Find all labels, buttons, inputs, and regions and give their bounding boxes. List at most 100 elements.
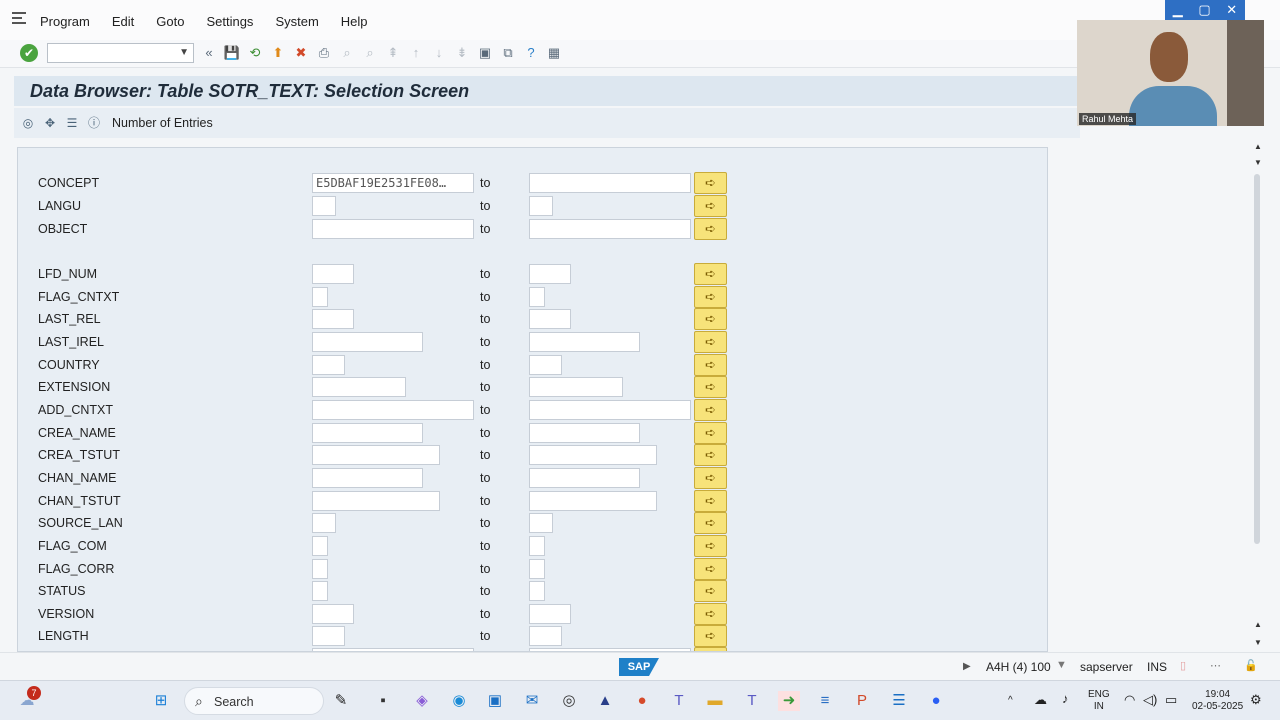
dell-icon[interactable]: ◎ — [558, 691, 580, 711]
to-value-field[interactable] — [529, 445, 657, 465]
info-icon[interactable]: ⓘ — [86, 115, 102, 131]
multiple-selection-button[interactable]: ➪ — [694, 308, 727, 330]
from-value-field[interactable] — [312, 468, 423, 488]
copilot-art-icon[interactable]: ✎ — [330, 691, 352, 711]
from-value-field[interactable] — [312, 626, 345, 646]
lock-icon[interactable]: 🔓 — [1244, 659, 1258, 673]
sap-logon-icon[interactable]: ≡ — [814, 691, 836, 711]
multiple-selection-button[interactable]: ➪ — [694, 331, 727, 353]
multiple-selection-button[interactable]: ➪ — [694, 263, 727, 285]
enter-check-icon[interactable]: ✔ — [20, 44, 38, 62]
system-info[interactable]: A4H (4) 100 — [986, 660, 1051, 674]
scroll-down-small-icon[interactable]: ▼ — [1254, 158, 1262, 167]
cloud-icon[interactable]: ☁ — [1034, 693, 1047, 706]
from-value-field[interactable] — [312, 377, 406, 397]
from-value-field[interactable] — [312, 604, 354, 624]
to-value-field[interactable] — [529, 219, 691, 239]
scroll-thumb[interactable] — [1254, 174, 1260, 544]
teams-alt-icon[interactable]: T — [741, 691, 763, 711]
battery-icon[interactable]: ▭ — [1165, 693, 1177, 706]
number-of-entries-button[interactable]: Number of Entries — [112, 116, 213, 130]
save-icon[interactable]: 💾 — [223, 44, 241, 62]
multiple-selection-button[interactable]: ➪ — [694, 444, 727, 466]
to-value-field[interactable] — [529, 287, 545, 307]
multiple-selection-button[interactable]: ➪ — [694, 625, 727, 647]
multiple-selection-button[interactable]: ➪ — [694, 354, 727, 376]
find-next-icon[interactable]: ⌕ — [361, 44, 379, 62]
to-value-field[interactable] — [529, 196, 553, 216]
execute-icon[interactable]: ◎ — [20, 115, 36, 131]
multiple-selection-button[interactable]: ➪ — [694, 558, 727, 580]
multiple-selection-button[interactable]: ➪ — [694, 218, 727, 240]
from-value-field[interactable] — [312, 400, 474, 420]
store-icon[interactable]: ▣ — [484, 691, 506, 711]
from-value-field[interactable] — [312, 536, 328, 556]
first-page-icon[interactable]: ⇞ — [384, 44, 402, 62]
clock[interactable]: 19:04 02-05-2025 — [1192, 689, 1243, 713]
menu-settings[interactable]: Settings — [206, 14, 253, 29]
from-value-field[interactable] — [312, 491, 440, 511]
new-session-icon[interactable]: ▣ — [476, 44, 494, 62]
multiple-selection-button[interactable]: ➪ — [694, 535, 727, 557]
menu-program[interactable]: Program — [40, 14, 90, 29]
to-value-field[interactable] — [529, 400, 691, 420]
volume-icon[interactable]: ◁) — [1143, 693, 1157, 706]
menu-goto[interactable]: Goto — [156, 14, 184, 29]
start-icon[interactable]: ⊞ — [150, 691, 172, 711]
chevron-down-icon[interactable]: ▼ — [179, 47, 189, 58]
copilot-icon[interactable]: ◈ — [411, 691, 433, 711]
print-icon[interactable]: ⎙ — [315, 44, 333, 62]
cancel-icon[interactable]: ✖ — [292, 44, 310, 62]
wifi-icon[interactable]: ◠ — [1124, 693, 1135, 706]
collapse-icon[interactable]: « — [200, 44, 218, 62]
outlook-icon[interactable]: ✉ — [521, 691, 543, 711]
multiple-selection-button[interactable]: ➪ — [694, 399, 727, 421]
from-value-field[interactable] — [312, 287, 328, 307]
from-value-field[interactable] — [312, 445, 440, 465]
find-icon[interactable]: ⌕ — [338, 44, 356, 62]
menu-help[interactable]: Help — [341, 14, 368, 29]
from-value-field[interactable] — [312, 559, 328, 579]
from-value-field[interactable] — [312, 196, 336, 216]
multiple-selection-button[interactable]: ➪ — [694, 376, 727, 398]
command-field[interactable]: ▼ — [47, 43, 194, 63]
multiple-selection-button[interactable]: ➪ — [694, 195, 727, 217]
next-page-icon[interactable]: ↓ — [430, 44, 448, 62]
delete-entries-icon[interactable]: ☰ — [64, 115, 80, 131]
multiple-selection-button[interactable]: ➪ — [694, 580, 727, 602]
notifications-icon[interactable]: ⚙ — [1250, 693, 1262, 706]
notepad-icon[interactable]: ☰ — [888, 691, 910, 711]
multiple-selection-button[interactable]: ➪ — [694, 603, 727, 625]
to-value-field[interactable] — [529, 626, 562, 646]
to-value-field[interactable] — [529, 536, 545, 556]
last-page-icon[interactable]: ⇟ — [453, 44, 471, 62]
vertical-scrollbar[interactable]: ▲ ▼ ▲ ▼ — [1249, 140, 1267, 652]
to-value-field[interactable] — [529, 491, 657, 511]
teams-icon[interactable]: T — [668, 691, 690, 711]
multiple-selection-button[interactable]: ➪ — [694, 512, 727, 534]
multiple-selection-button[interactable]: ➪ — [694, 422, 727, 444]
dropdown-icon[interactable]: ▼ — [1056, 659, 1070, 673]
scroll-page-up-icon[interactable]: ▲ — [1254, 620, 1262, 629]
to-value-field[interactable] — [529, 423, 640, 443]
zoom-icon[interactable]: ● — [925, 691, 947, 711]
minimize-icon[interactable]: ▁ — [1173, 2, 1183, 18]
to-value-field[interactable] — [529, 581, 545, 601]
to-value-field[interactable] — [529, 309, 571, 329]
multiple-selection-button[interactable]: ➪ — [694, 467, 727, 489]
from-value-field[interactable] — [312, 332, 423, 352]
edge-icon[interactable]: ◉ — [448, 691, 470, 711]
help-icon[interactable]: ? — [522, 44, 540, 62]
scroll-up-icon[interactable]: ▲ — [1254, 142, 1262, 151]
menu-icon[interactable] — [12, 12, 26, 24]
close-icon[interactable]: ✕ — [1226, 2, 1237, 18]
from-value-field[interactable] — [312, 355, 345, 375]
layout-icon[interactable]: ▦ — [545, 44, 563, 62]
powerpoint-icon[interactable]: P — [851, 691, 873, 711]
multiple-selection-button[interactable]: ➪ — [694, 490, 727, 512]
previous-page-icon[interactable]: ↑ — [407, 44, 425, 62]
back-icon[interactable]: ⟲ — [246, 44, 264, 62]
from-value-field[interactable]: E5DBAF19E2531FE08… — [312, 173, 474, 193]
multiple-selection-button[interactable]: ➪ — [694, 286, 727, 308]
to-value-field[interactable] — [529, 513, 553, 533]
